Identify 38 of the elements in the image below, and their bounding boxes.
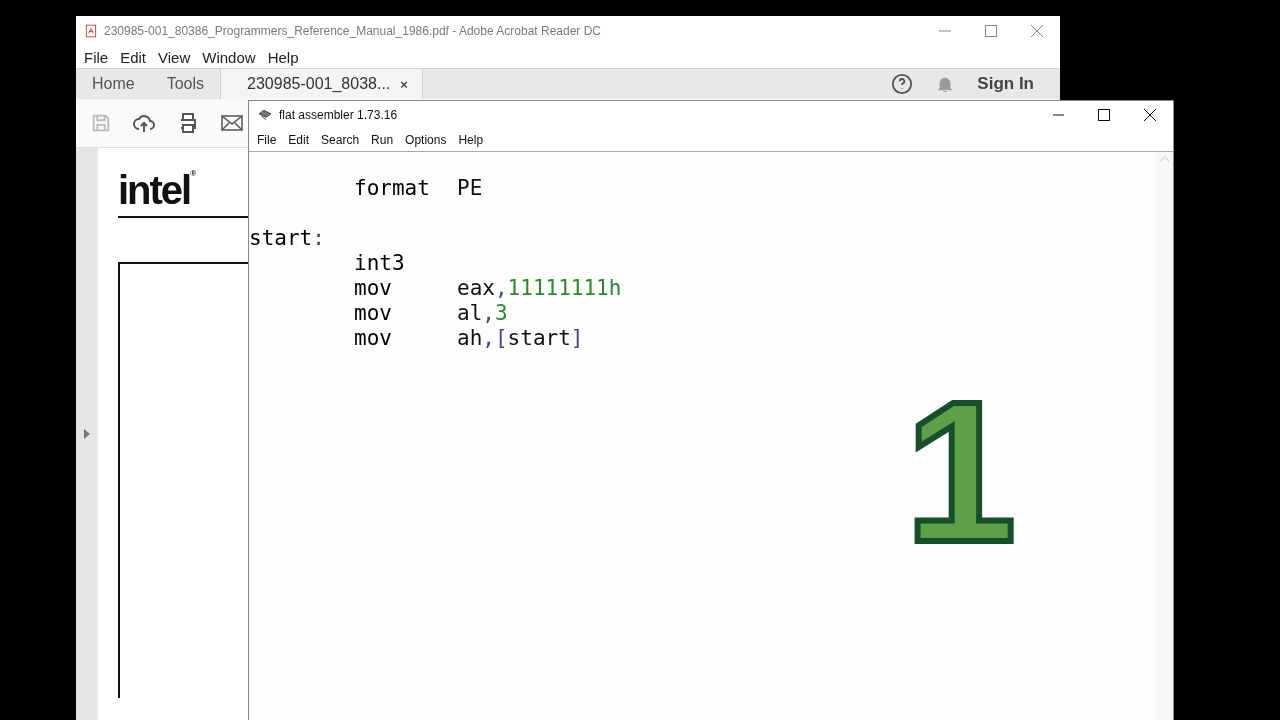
expand-arrow-icon[interactable]: [83, 429, 91, 439]
close-icon[interactable]: [1144, 109, 1156, 121]
menu-item[interactable]: Options: [397, 133, 447, 147]
code-instruction: mov: [354, 276, 392, 300]
sign-in-button[interactable]: Sign In: [977, 74, 1034, 94]
help-icon: [891, 73, 914, 95]
tab[interactable]: Tools: [150, 69, 221, 99]
code-instruction: format: [354, 176, 430, 200]
code-label: start:: [249, 226, 325, 251]
menu-item[interactable]: File: [249, 133, 277, 147]
app-icon: [257, 108, 273, 122]
code-operands: PE: [457, 176, 483, 201]
pdf-icon: [84, 23, 98, 39]
save-icon[interactable]: [90, 112, 112, 134]
menu-item[interactable]: Help: [261, 48, 305, 66]
tab[interactable]: 230985-001_8038... ×: [220, 69, 423, 99]
window-title: 230985-001_80386_Programmers_Reference_Manual_1986.pdf - Adobe Acrobat Reader DC: [104, 24, 601, 38]
menu-item[interactable]: Edit: [280, 133, 310, 147]
close-icon[interactable]: ×: [400, 76, 408, 92]
code-instruction: mov: [354, 301, 392, 325]
intel-logo: intel®: [118, 170, 197, 210]
code-operands: ah,[start]: [457, 326, 584, 351]
code-operands: al,3: [457, 301, 508, 326]
code-operands: eax,11111111h: [457, 276, 622, 301]
maximize-icon[interactable]: [1098, 109, 1110, 121]
window-title: flat assembler 1.73.16: [279, 108, 398, 122]
menu-item[interactable]: Search: [313, 133, 360, 147]
menu-item[interactable]: Window: [196, 48, 262, 66]
menu-item[interactable]: File: [78, 48, 115, 66]
minimize-icon[interactable]: [1052, 114, 1064, 116]
menu-item[interactable]: Run: [363, 133, 394, 147]
code-instruction: int3: [354, 251, 405, 275]
tab[interactable]: Home: [76, 69, 151, 99]
menu-item[interactable]: Edit: [114, 48, 153, 66]
menu-item[interactable]: View: [152, 48, 197, 66]
code-instruction: mov: [354, 326, 392, 350]
number-overlay: 1: [905, 372, 1017, 572]
menu-item[interactable]: Help: [450, 133, 484, 147]
